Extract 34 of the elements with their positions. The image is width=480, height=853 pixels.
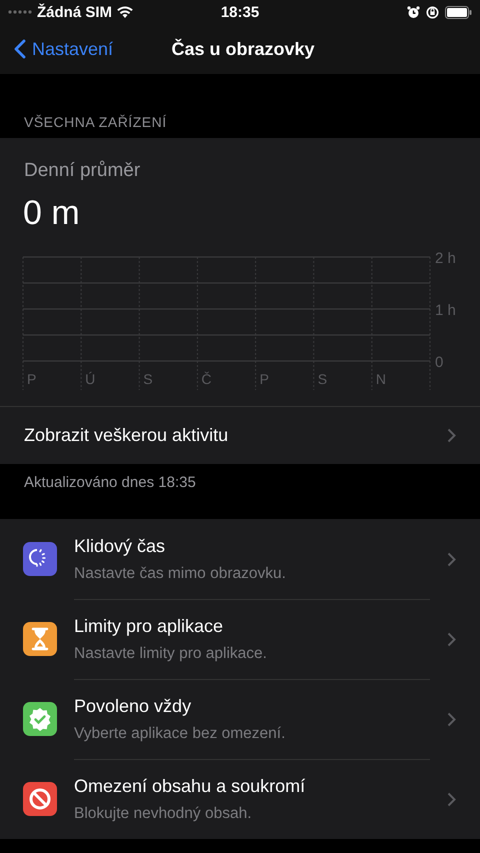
axis-label: 0 [435,354,444,371]
daily-average-label: Denní průměr [24,160,140,182]
battery-icon [445,6,472,18]
day-label: S [318,371,328,387]
chevron-right-icon [447,712,456,726]
alarm-icon [407,6,420,18]
chevron-right-icon [447,632,456,646]
settings-row[interactable]: Klidový čas Nastavte čas mimo obrazovku. [0,519,480,599]
show-all-activity-row[interactable]: Zobrazit veškerou aktivitu [0,406,480,464]
carrier-name: Žádná SIM [37,4,112,20]
settings-row[interactable]: Limity pro aplikace Nastavte limity pro aplikace. [0,599,480,679]
axis-label: 2 h [435,250,456,267]
settings-row[interactable]: Povoleno vždy Vyberte aplikace bez omezení. [0,679,480,759]
section-header: VŠECHNA ZAŘÍZENÍ [24,114,167,130]
chevron-left-icon [14,39,26,59]
updated-note: Aktualizováno dnes 18:35 [24,474,196,491]
chevron-right-icon [447,428,456,443]
signal-icon [8,10,32,14]
day-label: Č [201,371,212,387]
back-button[interactable]: Nastavení [0,38,114,60]
day-label: S [143,371,153,387]
day-label: P [27,371,36,387]
day-label: N [376,371,386,387]
clock: 18:35 [220,4,260,20]
wifi-icon [117,6,134,18]
chevron-right-icon [447,552,456,566]
day-label: P [260,371,269,387]
axis-label: 1 h [435,302,456,319]
page-title: Čas u obrazovky [171,38,315,58]
day-label: Ú [85,371,96,387]
chevron-right-icon [447,792,456,806]
daily-average-value: 0 m [23,194,80,233]
settings-row[interactable]: Omezení obsahu a soukromí Blokujte nevhodný obsah. [0,759,480,839]
rotation-lock-icon [426,6,439,18]
